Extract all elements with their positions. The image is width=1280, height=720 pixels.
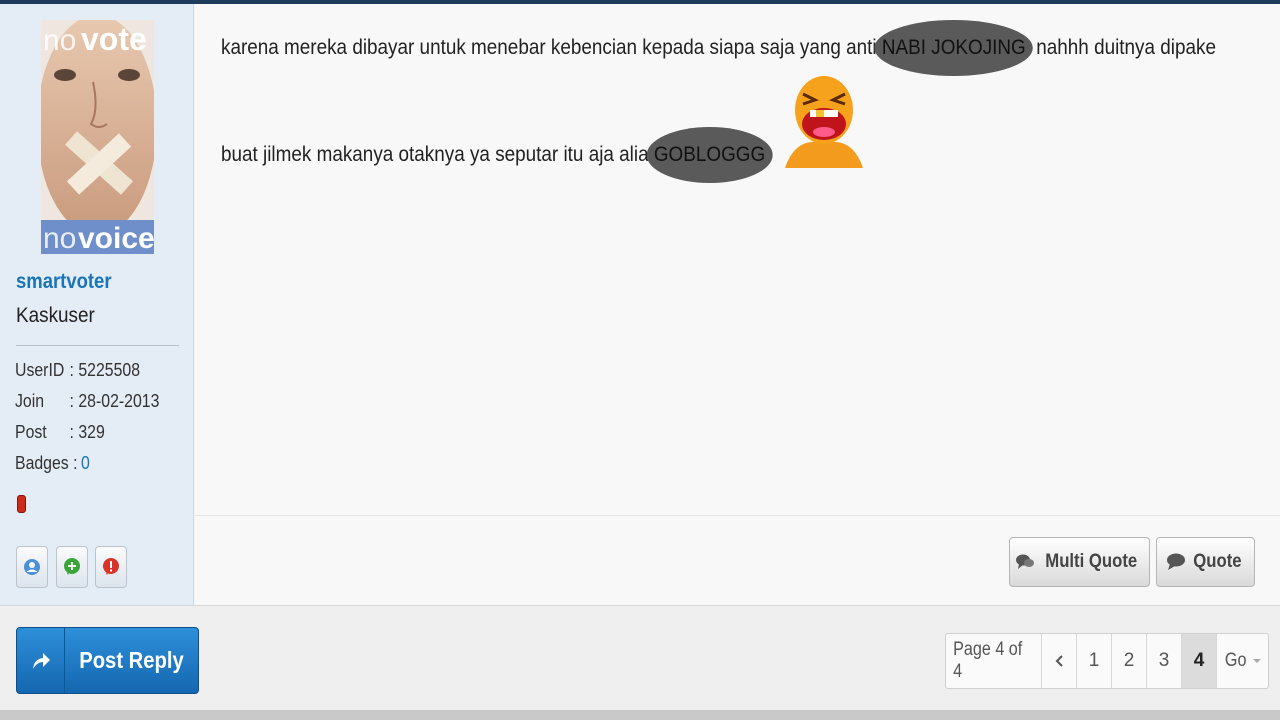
page-link-2[interactable]: 2: [1112, 634, 1147, 688]
bottom-toolbar: Post Reply Page 4 of 4 1 2 3 4 Go: [0, 605, 1280, 720]
stat-join-value: : 28-02-2013: [69, 391, 160, 411]
post-line-1: karena mereka dibayar untuk menebar kebe…: [221, 20, 1216, 76]
quote-icon: [1167, 553, 1186, 570]
caret-down-icon: [1253, 659, 1262, 663]
avatar-bottom-text-1: no: [43, 222, 76, 254]
post-line-1-end: , nahhh duitnya dipake: [1025, 36, 1216, 59]
profile-icon: [24, 559, 40, 575]
censored-word-1: NABI JOKOJING: [874, 20, 1033, 76]
post-line-2-start: buat jilmek makanya otaknya ya seputar i…: [221, 143, 654, 166]
page-info-text: Page 4 of 4: [953, 639, 1023, 682]
reputation-indicator: [17, 495, 26, 513]
multi-quote-label: Multi Quote: [1045, 551, 1138, 572]
pagination: Page 4 of 4 1 2 3 4 Go: [945, 633, 1269, 689]
stat-join: Join : 28-02-2013: [15, 391, 159, 422]
stat-join-label: Join: [15, 391, 45, 411]
censored-word-1-text: NABI JOKOJING: [881, 36, 1026, 59]
stat-post: Post : 329: [15, 422, 159, 453]
sidebar-divider: [16, 345, 179, 346]
view-profile-button[interactable]: [16, 546, 48, 588]
page-link-1[interactable]: 1: [1077, 634, 1112, 688]
avatar-bottom-text-2: voice: [78, 222, 154, 254]
report-button[interactable]: [95, 546, 127, 588]
stat-userid-label: UserID: [15, 360, 65, 380]
report-icon: [103, 558, 119, 575]
post-footer-divider: [195, 515, 1280, 516]
stat-userid: UserID : 5225508: [15, 360, 159, 391]
page-link-3[interactable]: 3: [1147, 634, 1182, 688]
page-info: Page 4 of 4: [946, 634, 1042, 688]
avatar-top-text-2: vote: [81, 21, 147, 57]
censored-word-2-text: GOBLOGGG: [653, 143, 766, 166]
plus-icon: [64, 558, 80, 575]
prev-page-button[interactable]: [1042, 634, 1077, 688]
user-sidebar: no vote no voice smartvoter Kaskuser Use…: [0, 4, 194, 605]
multi-quote-icon: [1016, 554, 1035, 569]
post-line-2: buat jilmek makanya otaknya ya seputar i…: [221, 127, 773, 183]
stat-userid-value: : 5225508: [69, 360, 141, 380]
avatar-top-text-1: no: [43, 24, 76, 57]
window-bottom-edge: [0, 710, 1280, 720]
user-rank: Kaskuser: [16, 304, 95, 327]
post-reply-label: Post Reply: [79, 647, 184, 673]
post-body: karena mereka dibayar untuk menebar kebe…: [195, 4, 1280, 605]
stat-badges-label: Badges :: [15, 453, 78, 473]
censored-word-2: GOBLOGGG: [646, 127, 773, 183]
go-to-page-button[interactable]: Go: [1217, 634, 1268, 688]
post-reply-button[interactable]: Post Reply: [16, 627, 199, 694]
stat-badges-value[interactable]: 0: [81, 453, 90, 484]
stat-post-value: : 329: [69, 422, 105, 442]
post-line-1-start: karena mereka dibayar untuk menebar kebe…: [221, 36, 882, 59]
user-stats: UserID : 5225508 Join : 28-02-2013 Post …: [15, 360, 179, 484]
reply-arrow-icon: [17, 628, 65, 693]
avatar[interactable]: no vote no voice: [41, 20, 154, 254]
stat-post-label: Post: [15, 422, 47, 442]
page-link-4-current[interactable]: 4: [1182, 634, 1217, 688]
quote-label: Quote: [1193, 551, 1242, 572]
stat-badges: Badges : 0: [15, 453, 159, 484]
add-reputation-button[interactable]: [56, 546, 88, 588]
laughing-emoticon-icon: [785, 76, 863, 168]
username-link[interactable]: smartvoter: [16, 270, 112, 294]
chevron-left-icon: [1055, 655, 1063, 667]
multi-quote-button[interactable]: Multi Quote: [1009, 537, 1150, 587]
quote-button[interactable]: Quote: [1156, 537, 1255, 587]
go-label: Go: [1224, 650, 1247, 671]
